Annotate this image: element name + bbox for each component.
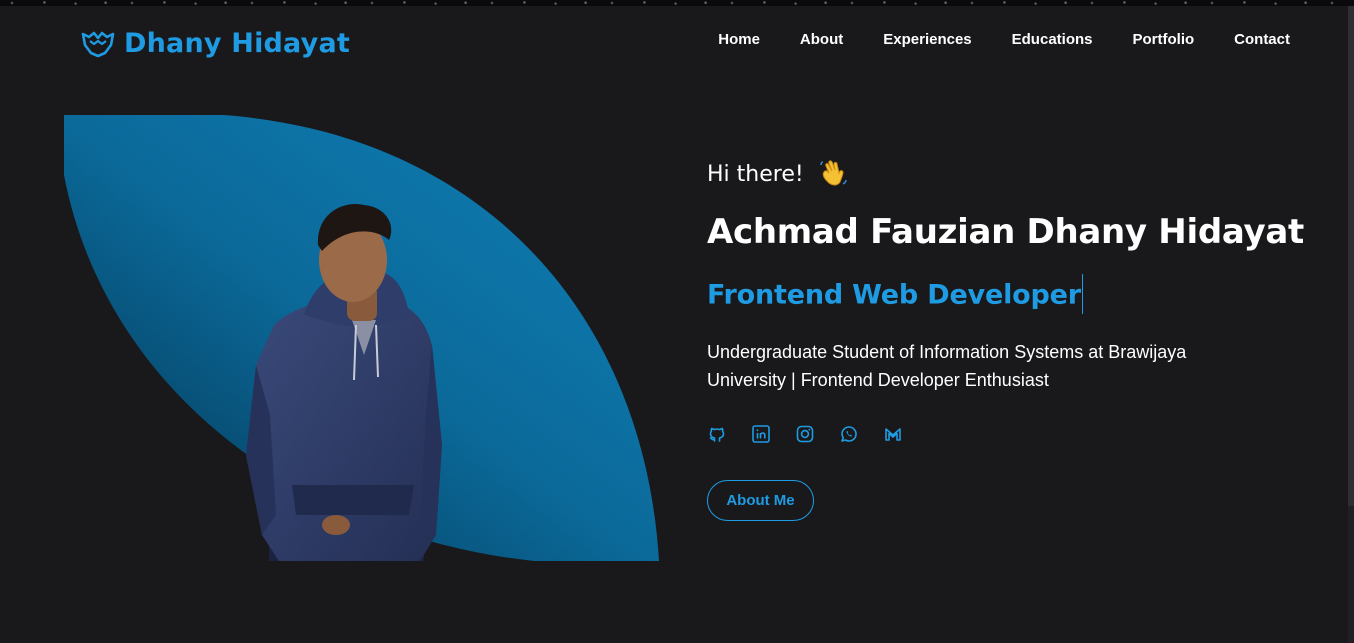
waving-hand-icon (819, 160, 847, 186)
nav-item-about[interactable]: About (800, 31, 843, 48)
hero-description: Undergraduate Student of Information Sys… (707, 342, 1187, 390)
greeting-text: Hi there! (707, 161, 804, 187)
linkedin-icon[interactable] (751, 424, 771, 444)
hero-name: Achmad Fauzian Dhany Hidayat (707, 212, 1304, 252)
greeting: Hi there! (707, 159, 848, 189)
nav-item-portfolio[interactable]: Portfolio (1133, 31, 1195, 48)
hero-role-text: Frontend Web Developer (707, 279, 1081, 311)
nav-item-experiences[interactable]: Experiences (883, 31, 971, 48)
social-links (707, 424, 903, 444)
gmail-icon[interactable] (883, 424, 903, 444)
nav-item-contact[interactable]: Contact (1234, 31, 1290, 48)
scrollbar-thumb[interactable] (1348, 6, 1354, 506)
nav-item-educations[interactable]: Educations (1012, 31, 1093, 48)
typing-caret (1081, 274, 1083, 314)
about-me-button[interactable]: About Me (707, 480, 814, 521)
bat-logo-icon (81, 31, 115, 58)
brand-logo[interactable]: Dhany Hidayat (80, 24, 350, 62)
hero-role: Frontend Web Developer (707, 274, 1083, 316)
whatsapp-icon[interactable] (839, 424, 859, 444)
nav-item-home[interactable]: Home (718, 31, 760, 48)
brand-name: Dhany Hidayat (124, 27, 350, 59)
main-nav: Home About Experiences Educations Portfo… (718, 31, 1290, 48)
starfield-background (0, 0, 1354, 6)
profile-portrait (64, 115, 659, 561)
hero-illustration (64, 115, 659, 561)
instagram-icon[interactable] (795, 424, 815, 444)
github-icon[interactable] (707, 424, 727, 444)
